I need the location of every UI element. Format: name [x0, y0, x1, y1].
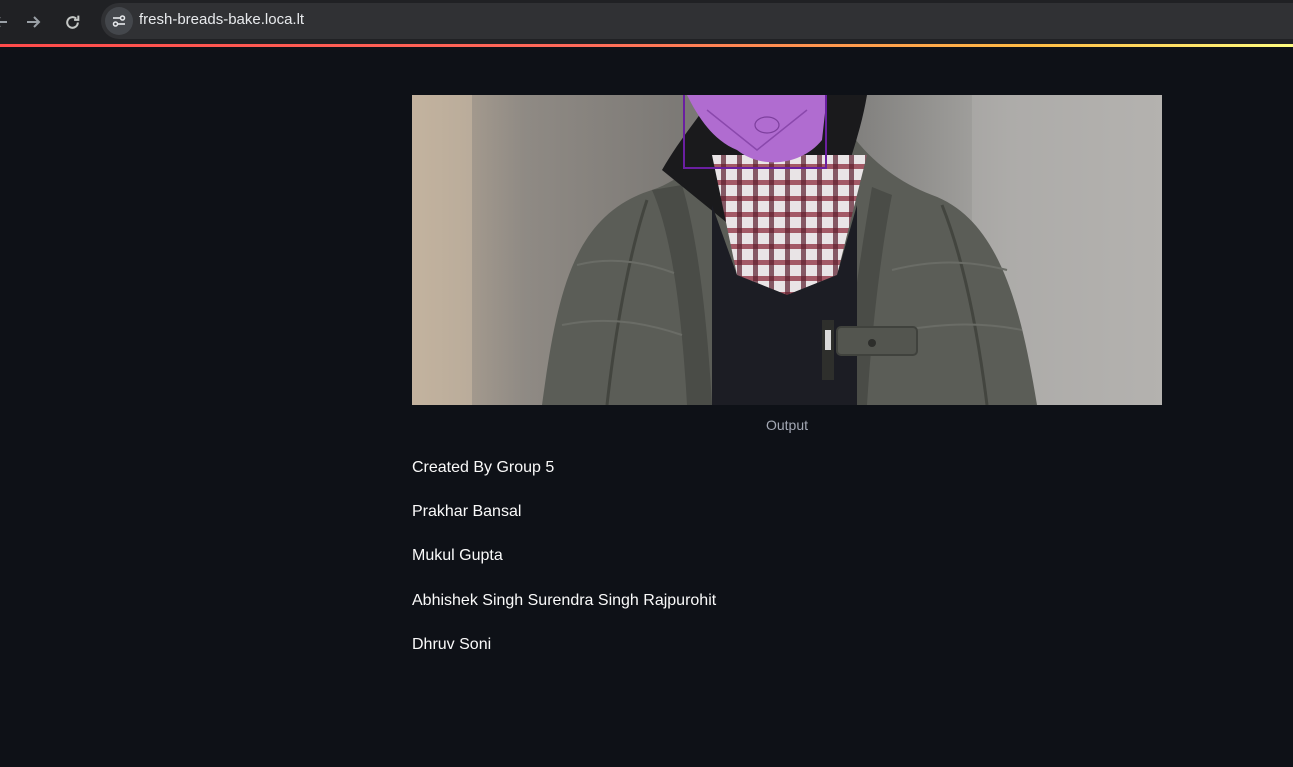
member-name: Prakhar Bansal [412, 503, 522, 520]
credits-heading: Created By Group 5 [412, 459, 555, 476]
member-name: Mukul Gupta [412, 547, 503, 564]
back-arrow-icon[interactable] [0, 9, 14, 35]
member-name: Dhruv Soni [412, 636, 492, 653]
address-bar[interactable]: fresh-breads-bake.loca.lt [101, 3, 1293, 39]
site-settings-icon[interactable] [105, 7, 133, 35]
output-caption: Output [765, 417, 809, 433]
browser-toolbar: fresh-breads-bake.loca.lt [0, 0, 1293, 44]
app-main: Output Created By Group 5 Prakhar Bansal… [0, 47, 1293, 767]
url-text[interactable]: fresh-breads-bake.loca.lt [139, 11, 304, 28]
output-image [412, 95, 1162, 405]
forward-arrow-icon[interactable] [20, 9, 46, 35]
member-name: Abhishek Singh Surendra Singh Rajpurohit [412, 592, 717, 609]
output-photo [412, 95, 1162, 405]
reload-icon[interactable] [59, 9, 85, 35]
